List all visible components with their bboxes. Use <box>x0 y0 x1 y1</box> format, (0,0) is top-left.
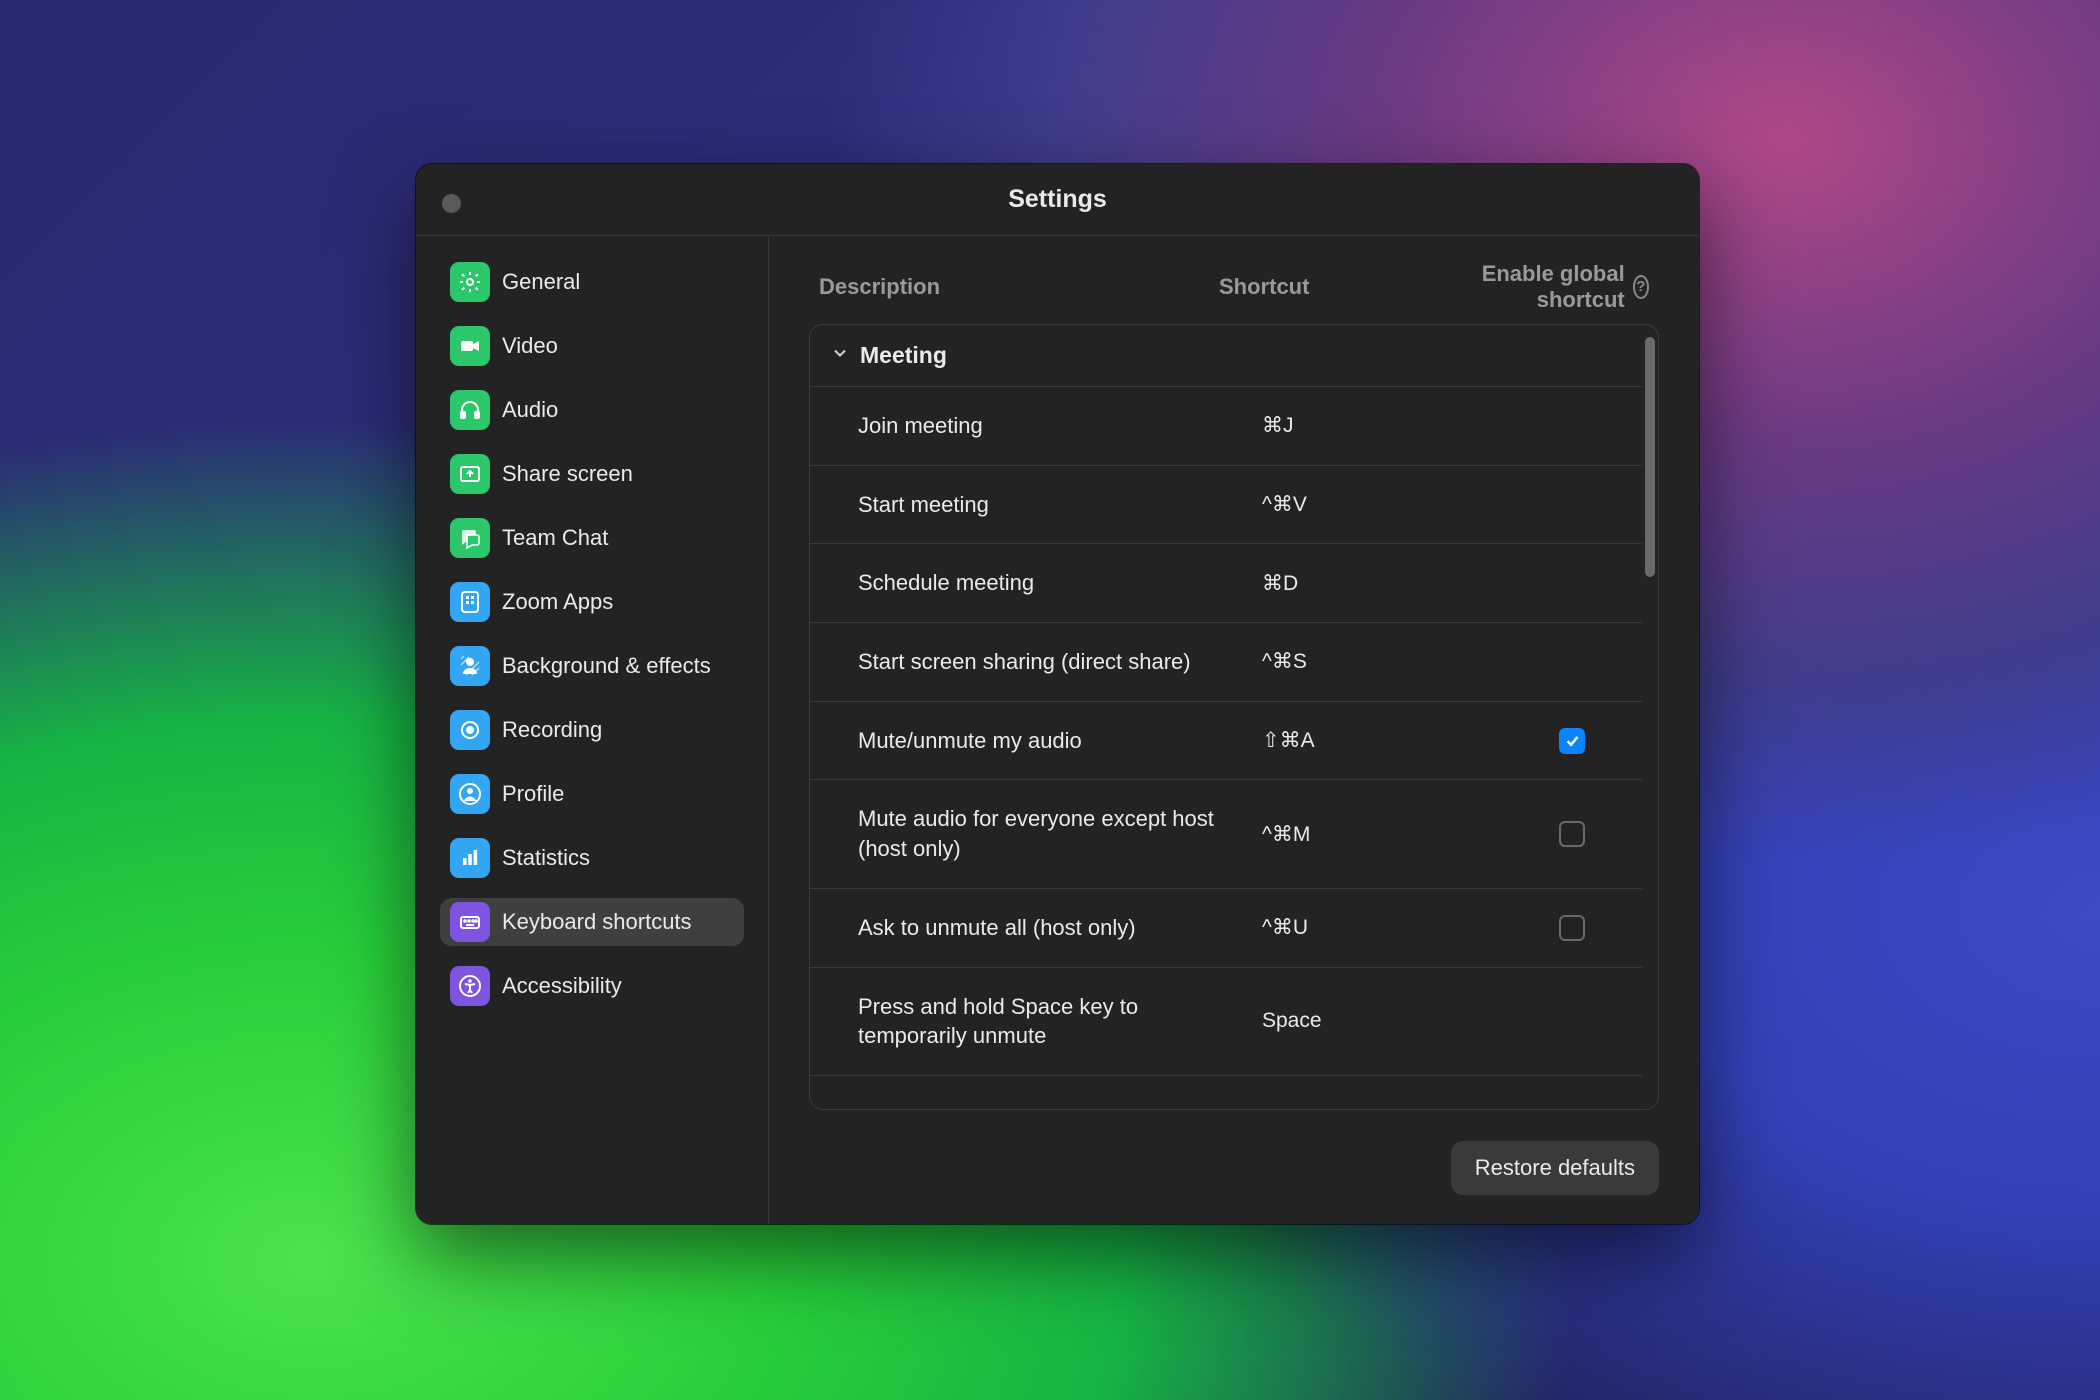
shortcut-description: Mute audio for everyone except host (hos… <box>858 804 1262 863</box>
sidebar-item-keyboard-shortcuts[interactable]: Keyboard shortcuts <box>440 898 744 946</box>
sidebar-item-label: General <box>502 269 580 295</box>
desktop-wallpaper: Settings General Video Audio Share screen Te… <box>0 0 2100 1400</box>
shortcut-row: Mute/unmute my audio⇧⌘A <box>810 702 1642 781</box>
sidebar-item-label: Audio <box>502 397 558 423</box>
chevron-down-icon <box>830 343 850 368</box>
sidebar-item-label: Team Chat <box>502 525 608 551</box>
shortcut-row: Start screen sharing (direct share)^⌘S <box>810 623 1642 702</box>
shortcut-key[interactable]: ^⌘S <box>1262 649 1522 674</box>
shortcuts-table-scroll[interactable]: MeetingJoin meeting⌘JStart meeting^⌘VSch… <box>810 325 1642 1109</box>
sidebar-item-label: Background & effects <box>502 653 711 679</box>
shortcut-row: Start meeting^⌘V <box>810 466 1642 545</box>
global-shortcut-checkbox[interactable] <box>1559 915 1585 941</box>
accessibility-icon <box>450 966 490 1006</box>
sidebar-item-label: Zoom Apps <box>502 589 613 615</box>
scrollbar-vertical[interactable] <box>1642 325 1658 1109</box>
settings-window: Settings General Video Audio Share screen Te… <box>416 164 1699 1224</box>
footer: Restore defaults <box>809 1110 1659 1200</box>
shortcut-description: Ask to unmute all (host only) <box>858 913 1262 943</box>
shortcut-global-cell <box>1522 915 1622 941</box>
shortcut-description: Schedule meeting <box>858 568 1262 598</box>
chat-icon <box>450 518 490 558</box>
sidebar-item-zoom-apps[interactable]: Zoom Apps <box>440 578 744 626</box>
shortcut-description: Mute/unmute my audio <box>858 726 1262 756</box>
sidebar-item-label: Share screen <box>502 461 633 487</box>
settings-sidebar: General Video Audio Share screen Team Chat Zo… <box>416 236 769 1224</box>
shortcut-key[interactable]: ^⌘U <box>1262 915 1522 940</box>
shortcut-key[interactable]: ^⌘V <box>1262 492 1522 517</box>
shortcut-description: Start screen sharing (direct share) <box>858 647 1262 677</box>
global-shortcut-checkbox[interactable] <box>1559 821 1585 847</box>
help-icon[interactable]: ? <box>1633 275 1649 299</box>
sidebar-item-recording[interactable]: Recording <box>440 706 744 754</box>
sidebar-item-label: Video <box>502 333 558 359</box>
sidebar-item-statistics[interactable]: Statistics <box>440 834 744 882</box>
settings-main: Description Shortcut Enable global short… <box>769 236 1699 1224</box>
sidebar-item-share-screen[interactable]: Share screen <box>440 450 744 498</box>
column-shortcut-header: Shortcut <box>1219 274 1479 300</box>
sidebar-item-video[interactable]: Video <box>440 322 744 370</box>
sidebar-item-team-chat[interactable]: Team Chat <box>440 514 744 562</box>
sidebar-item-general[interactable]: General <box>440 258 744 306</box>
gear-icon <box>450 262 490 302</box>
shortcut-key[interactable]: Space <box>1262 1009 1522 1033</box>
section-header-meeting[interactable]: Meeting <box>810 325 1642 387</box>
keyboard-icon <box>450 902 490 942</box>
shortcut-row: Mute audio for everyone except host (hos… <box>810 780 1642 888</box>
apps-icon <box>450 582 490 622</box>
window-close-dot[interactable] <box>442 194 461 213</box>
shortcut-row: Schedule meeting⌘D <box>810 544 1642 623</box>
sharescreen-icon <box>450 454 490 494</box>
shortcut-row: Ask to unmute all (host only)^⌘U <box>810 889 1642 968</box>
shortcut-global-cell <box>1522 728 1622 754</box>
shortcut-description: Press and hold Space key to temporarily … <box>858 992 1262 1051</box>
restore-defaults-button[interactable]: Restore defaults <box>1451 1141 1659 1195</box>
column-headers: Description Shortcut Enable global short… <box>809 250 1659 324</box>
sidebar-item-background-effects[interactable]: Background & effects <box>440 642 744 690</box>
stats-icon <box>450 838 490 878</box>
shortcut-key[interactable]: ⌘D <box>1262 571 1522 596</box>
sidebar-item-label: Accessibility <box>502 973 622 999</box>
sidebar-item-accessibility[interactable]: Accessibility <box>440 962 744 1010</box>
enable-global-label: Enable global shortcut <box>1479 261 1625 314</box>
column-description-header: Description <box>819 274 1219 300</box>
sidebar-item-label: Recording <box>502 717 602 743</box>
shortcut-key[interactable]: ⌘J <box>1262 413 1522 438</box>
column-enable-global-header: Enable global shortcut ? <box>1479 261 1649 314</box>
sidebar-item-audio[interactable]: Audio <box>440 386 744 434</box>
record-icon <box>450 710 490 750</box>
shortcut-row: Press and hold Space key to temporarily … <box>810 968 1642 1076</box>
shortcut-row: Join meeting⌘J <box>810 387 1642 466</box>
titlebar: Settings <box>416 164 1699 236</box>
profile-icon <box>450 774 490 814</box>
window-title: Settings <box>1008 185 1107 214</box>
background-icon <box>450 646 490 686</box>
headphones-icon <box>450 390 490 430</box>
sidebar-item-label: Profile <box>502 781 564 807</box>
scrollbar-thumb[interactable] <box>1645 337 1655 577</box>
section-title: Meeting <box>860 342 947 369</box>
shortcut-global-cell <box>1522 821 1622 847</box>
global-shortcut-checkbox[interactable] <box>1559 728 1585 754</box>
shortcuts-table: MeetingJoin meeting⌘JStart meeting^⌘VSch… <box>809 324 1659 1110</box>
sidebar-item-label: Statistics <box>502 845 590 871</box>
shortcut-key[interactable]: ⇧⌘A <box>1262 728 1522 753</box>
shortcut-description: Join meeting <box>858 411 1262 441</box>
shortcut-key[interactable]: ^⌘M <box>1262 822 1522 847</box>
video-icon <box>450 326 490 366</box>
window-body: General Video Audio Share screen Team Chat Zo… <box>416 236 1699 1224</box>
sidebar-item-label: Keyboard shortcuts <box>502 909 692 935</box>
sidebar-item-profile[interactable]: Profile <box>440 770 744 818</box>
shortcut-description: Start meeting <box>858 490 1262 520</box>
